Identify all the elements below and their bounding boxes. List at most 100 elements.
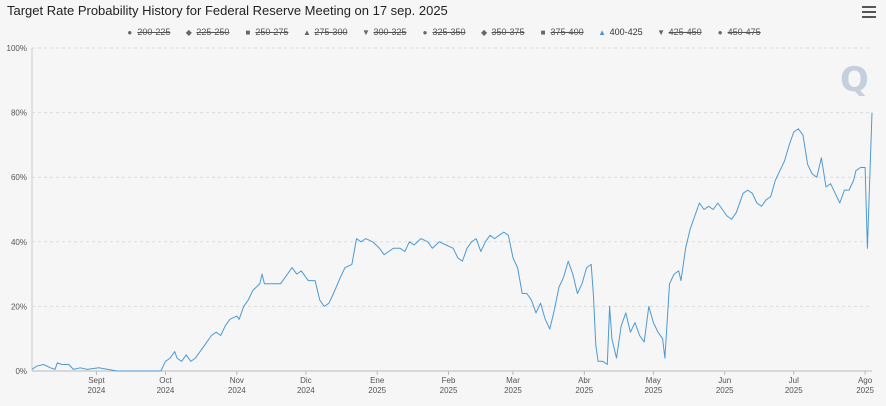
x-tick-label-month: Oct (159, 376, 172, 385)
y-tick-label: 100% (7, 44, 27, 53)
data-point (351, 264, 352, 265)
data-point (616, 358, 617, 359)
y-tick-label: 60% (11, 173, 27, 182)
data-point (216, 332, 217, 333)
data-point (793, 131, 794, 132)
x-tick-label-month: Ene (370, 376, 385, 385)
data-point (340, 277, 341, 278)
data-point (680, 280, 681, 281)
data-point (43, 364, 44, 365)
data-point (609, 306, 610, 307)
data-point (494, 238, 495, 239)
data-point (36, 366, 37, 367)
data-point (752, 193, 753, 194)
data-point (865, 167, 866, 168)
data-point (545, 319, 546, 320)
data-point (621, 325, 622, 326)
data-point (708, 206, 709, 207)
data-point (174, 351, 175, 352)
data-point (446, 244, 447, 245)
data-point (662, 338, 663, 339)
data-point (80, 367, 81, 368)
data-point (404, 251, 405, 252)
data-point (540, 303, 541, 304)
data-point (526, 293, 527, 294)
y-tick-label: 20% (11, 302, 27, 311)
x-tick-label-month: Abr (578, 376, 591, 385)
data-point (285, 277, 286, 278)
data-point (499, 235, 500, 236)
data-point (625, 312, 626, 313)
data-point (512, 257, 513, 258)
x-tick-label-year: 2025 (644, 386, 662, 395)
data-point (535, 312, 536, 313)
data-point (476, 238, 477, 239)
data-point (653, 322, 654, 323)
data-point (577, 293, 578, 294)
data-point (190, 361, 191, 362)
data-point (508, 235, 509, 236)
data-point (802, 135, 803, 136)
y-tick-label: 0% (15, 367, 27, 376)
line-chart: 0%20%40%60%80%100%Sept2024Oct2024Nov2024… (7, 44, 875, 395)
y-tick-label: 80% (11, 109, 27, 118)
data-point (160, 370, 161, 371)
data-point (867, 248, 868, 249)
data-point (634, 322, 635, 323)
data-point (361, 241, 362, 242)
data-point (598, 361, 599, 362)
data-point (779, 170, 780, 171)
data-point (678, 270, 679, 271)
data-point (372, 241, 373, 242)
data-point (315, 280, 316, 281)
data-point (572, 274, 573, 275)
data-point (602, 361, 603, 362)
data-point (775, 180, 776, 181)
data-point (549, 328, 550, 329)
data-point (393, 248, 394, 249)
data-point (61, 364, 62, 365)
data-point (480, 251, 481, 252)
data-point (722, 209, 723, 210)
data-point (784, 160, 785, 161)
data-point (87, 369, 88, 370)
x-tick-label-year: 2024 (88, 386, 106, 395)
data-point (140, 370, 141, 371)
data-point (848, 190, 849, 191)
x-tick-label-month: Jun (718, 376, 731, 385)
data-point (181, 361, 182, 362)
data-point (825, 186, 826, 187)
data-point (471, 241, 472, 242)
data-point (229, 319, 230, 320)
data-point (743, 193, 744, 194)
data-point (248, 299, 249, 300)
x-tick-label-year: 2025 (440, 386, 458, 395)
data-point (664, 358, 665, 359)
data-point (812, 173, 813, 174)
data-point (726, 215, 727, 216)
data-point (736, 212, 737, 213)
data-point (328, 303, 329, 304)
y-tick-label: 40% (11, 238, 27, 247)
data-point (333, 293, 334, 294)
data-point (308, 280, 309, 281)
data-point (558, 286, 559, 287)
data-point (563, 277, 564, 278)
data-point (871, 112, 872, 113)
data-point (747, 190, 748, 191)
x-tick-label-year: 2024 (228, 386, 246, 395)
data-point (236, 316, 237, 317)
data-point (644, 341, 645, 342)
data-point (259, 283, 260, 284)
data-point (186, 354, 187, 355)
data-point (568, 261, 569, 262)
x-tick-label-year: 2024 (157, 386, 175, 395)
data-point (860, 167, 861, 168)
data-point (400, 248, 401, 249)
data-point (176, 358, 177, 359)
data-point (630, 332, 631, 333)
data-point (453, 248, 454, 249)
data-point (301, 270, 302, 271)
data-point (170, 358, 171, 359)
data-point (657, 332, 658, 333)
